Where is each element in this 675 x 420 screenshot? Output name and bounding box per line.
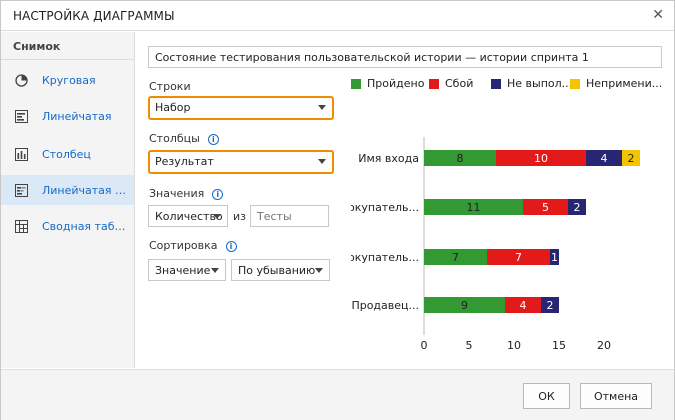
rows-select-wrap: Набор <box>148 96 334 120</box>
sidebar-item-label: Линейчатая <box>42 109 112 123</box>
column-chart-icon <box>15 147 28 161</box>
sort-order-value: По убыванию <box>238 264 316 277</box>
sort-order-select[interactable]: По убыванию <box>231 259 330 281</box>
x-tick-label: 0 <box>421 339 428 352</box>
sidebar-item-pivot-table[interactable]: Сводная таблица <box>1 213 134 239</box>
sidebar-item-label: Круговая <box>42 73 96 87</box>
legend-swatch <box>491 78 501 89</box>
pivot-table-icon <box>15 219 28 233</box>
sort-order-wrap: По убыванию <box>231 259 330 281</box>
sidebar-item-stacked-bar[interactable]: Линейчатая с накоплением <box>1 175 134 205</box>
config-panel: Строки Набор Столбцы i Результат Значения… <box>136 32 674 368</box>
sidebar-item-label: Сводная таблица <box>42 219 132 233</box>
legend-item[interactable]: Пройдено <box>351 77 424 90</box>
legend-label: Не выпол... <box>507 77 573 90</box>
sort-by-select[interactable]: Значение <box>148 259 226 281</box>
bar-chart-icon <box>15 109 28 123</box>
values-label: Значения <box>149 187 205 200</box>
dialog-footer: ОК Отмена <box>1 369 674 420</box>
bar-value-label: 7 <box>452 251 459 264</box>
values-label-wrap: Значения i <box>149 187 224 200</box>
sort-by-value: Значение <box>155 264 211 277</box>
info-icon[interactable]: i <box>225 241 237 252</box>
columns-select-wrap: Результат <box>148 150 334 174</box>
chevron-down-icon <box>315 268 323 273</box>
values-aggregate-wrap: Количество <box>148 205 228 227</box>
x-tick-label: 15 <box>552 339 566 352</box>
pie-chart-icon <box>15 73 28 87</box>
x-tick-label: 10 <box>507 339 521 352</box>
columns-label: Столбцы <box>149 132 200 145</box>
bar-value-label: 5 <box>542 201 549 214</box>
values-of-label: из <box>233 210 246 223</box>
bar-value-label: 9 <box>461 299 468 312</box>
legend-label: Пройдено <box>367 77 425 90</box>
columns-label-wrap: Столбцы i <box>149 132 219 145</box>
category-label: Покупатель... <box>351 201 419 214</box>
legend-label: Сбой <box>445 77 474 90</box>
columns-select-value: Результат <box>155 155 214 168</box>
rows-label: Строки <box>149 80 191 93</box>
category-label: Продавец... <box>351 299 419 312</box>
bar-value-label: 8 <box>457 152 464 165</box>
bar-value-label: 2 <box>628 152 635 165</box>
cancel-button[interactable]: Отмена <box>580 383 652 409</box>
x-tick-label: 20 <box>597 339 611 352</box>
rows-select[interactable]: Набор <box>148 96 334 120</box>
sidebar-item-pie[interactable]: Круговая <box>1 67 134 93</box>
sort-by-wrap: Значение <box>148 259 226 281</box>
bar-value-label: 1 <box>551 251 558 264</box>
legend-item[interactable]: Не выпол... <box>491 77 572 90</box>
chart-config-dialog: НАСТРОЙКА ДИАГРАММЫ ✕ Снимок Круговая Ли… <box>0 0 675 420</box>
values-aggregate-select[interactable]: Количество <box>148 205 228 227</box>
sidebar-item-label: Столбец <box>42 147 91 161</box>
stacked-bar-chart-icon <box>15 183 28 197</box>
x-tick-label: 5 <box>466 339 473 352</box>
dialog-title: НАСТРОЙКА ДИАГРАММЫ <box>13 9 175 23</box>
legend-swatch <box>429 78 439 89</box>
values-field-input[interactable] <box>250 205 329 227</box>
legend-item[interactable]: Непримени... <box>570 77 662 90</box>
info-icon[interactable]: i <box>207 134 219 145</box>
columns-select[interactable]: Результат <box>148 150 334 174</box>
category-label: Имя входа <box>358 152 419 165</box>
chevron-down-icon <box>318 105 326 110</box>
legend-swatch <box>570 78 580 89</box>
chevron-down-icon <box>213 214 221 219</box>
bar-value-label: 4 <box>601 152 608 165</box>
chevron-down-icon <box>318 159 326 164</box>
sort-label: Сортировка <box>149 239 218 252</box>
bar-value-label: 4 <box>520 299 527 312</box>
sidebar-item-bar[interactable]: Линейчатая <box>1 103 134 129</box>
bar-value-label: 7 <box>515 251 522 264</box>
sidebar-header: Снимок <box>1 32 134 60</box>
sort-label-wrap: Сортировка i <box>149 239 237 252</box>
bar-value-label: 10 <box>534 152 548 165</box>
category-label: Покупатель... <box>351 251 419 264</box>
legend-label: Непримени... <box>586 77 663 90</box>
bar-value-label: 11 <box>467 201 481 214</box>
legend-swatch <box>351 78 361 89</box>
close-icon[interactable]: ✕ <box>652 7 664 23</box>
legend-item[interactable]: Сбой <box>429 77 473 90</box>
ok-button[interactable]: ОК <box>523 383 570 409</box>
chevron-down-icon <box>211 268 219 273</box>
sidebar-item-label: Линейчатая с накоплением <box>42 183 132 197</box>
chart-preview: Пройдено Сбой Не выпол... Непримени... 0 5 10… <box>351 77 671 367</box>
bar-value-label: 2 <box>574 201 581 214</box>
sidebar-item-column[interactable]: Столбец <box>1 141 134 167</box>
dialog-titlebar: НАСТРОЙКА ДИАГРАММЫ ✕ <box>1 1 674 31</box>
bar-value-label: 2 <box>547 299 554 312</box>
info-icon[interactable]: i <box>212 189 224 200</box>
chart-type-sidebar: Снимок Круговая Линейчатая Столбец Линей… <box>1 32 135 368</box>
chart-plot: 0 5 10 15 20 Имя входа 8 10 4 2 Покупатель... 11 5 2 П… <box>351 137 640 352</box>
rows-select-value: Набор <box>155 101 191 114</box>
chart-title-input[interactable] <box>148 46 662 68</box>
